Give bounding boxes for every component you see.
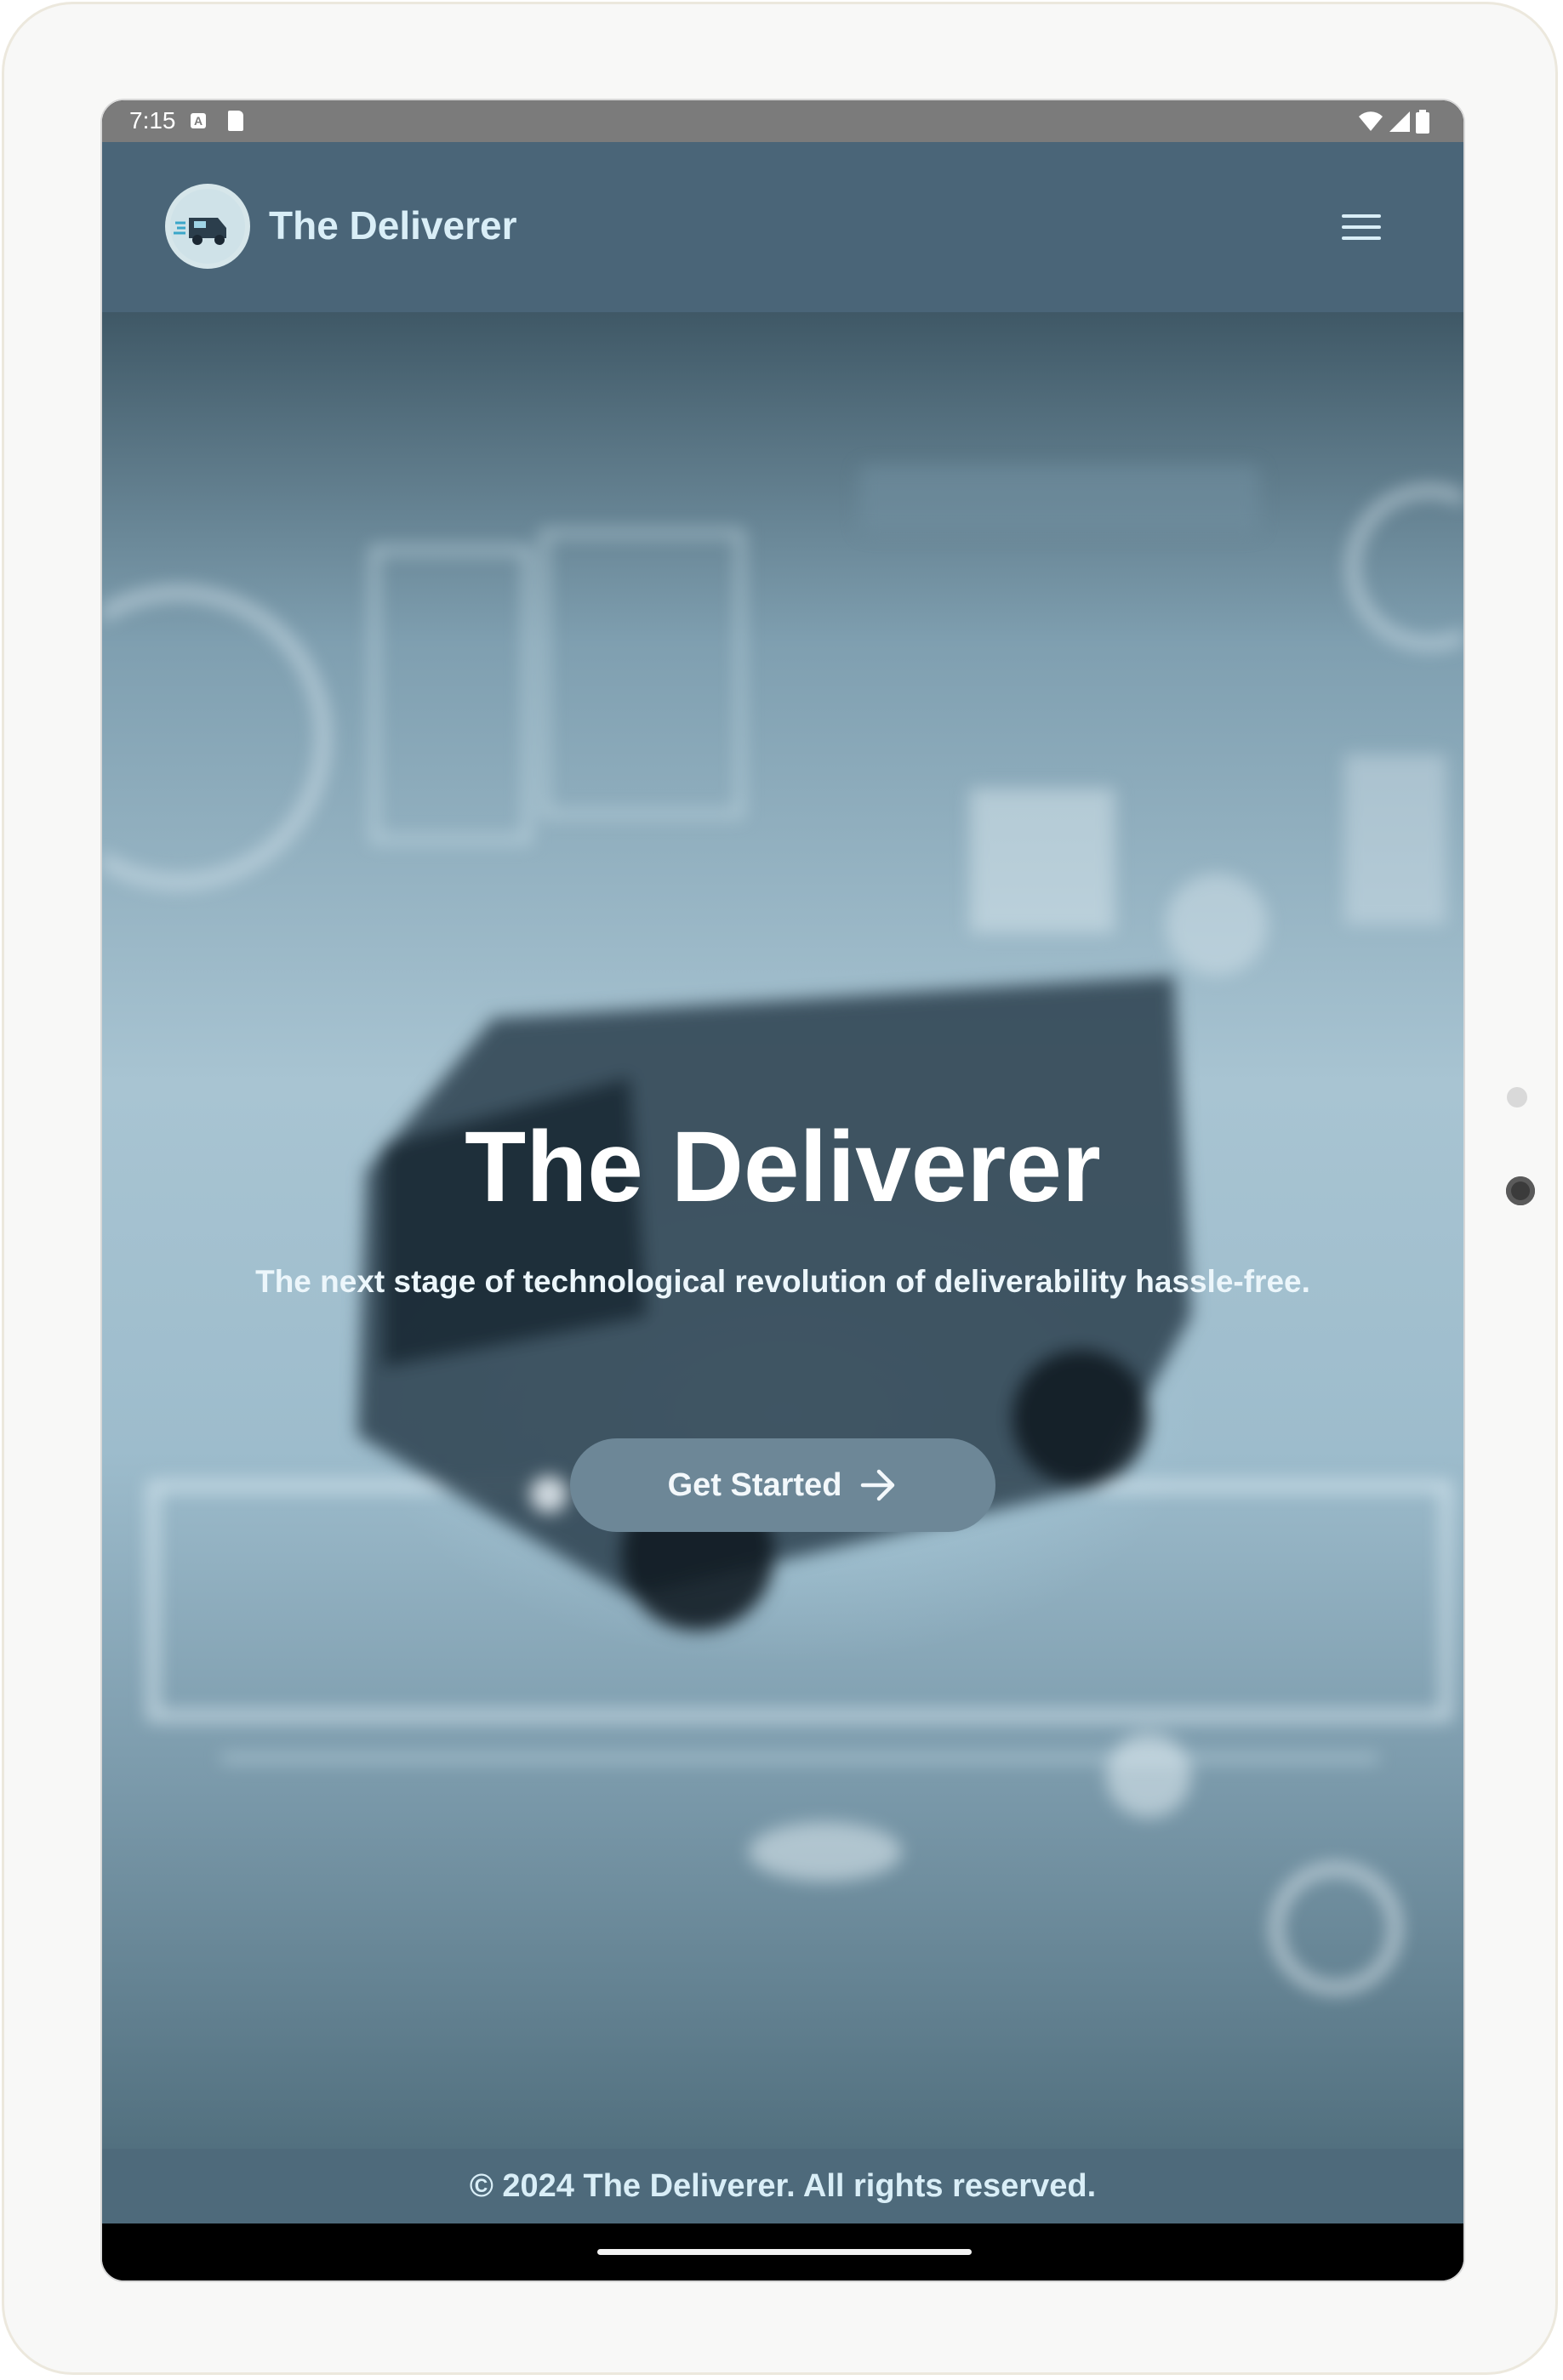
sd-card-icon <box>228 111 243 131</box>
home-gesture-handle[interactable] <box>597 2249 972 2255</box>
camera-icon <box>1506 1176 1535 1205</box>
status-icons <box>1358 109 1429 134</box>
system-navigation-bar <box>102 2223 1463 2280</box>
hero-title: The Deliverer <box>465 1111 1101 1223</box>
device-screen: 7:15 A The Deliverer The Deliverer The n… <box>100 99 1465 2282</box>
get-started-button[interactable]: Get Started <box>570 1438 995 1532</box>
hero-section: The Deliverer The next stage of technolo… <box>102 312 1463 2149</box>
status-bar: 7:15 A <box>102 100 1463 142</box>
wifi-icon <box>1359 111 1383 131</box>
arrow-right-icon <box>861 1469 895 1501</box>
app-header: The Deliverer <box>102 142 1463 312</box>
delivery-van-logo-icon[interactable] <box>165 184 250 269</box>
battery-icon <box>1416 110 1429 134</box>
brand-name[interactable]: The Deliverer <box>269 200 516 251</box>
notification-a-icon: A <box>191 113 206 128</box>
status-time: 7:15 <box>129 107 176 134</box>
light-sensor <box>1507 1087 1527 1107</box>
hero-subtitle: The next stage of technological revoluti… <box>255 1264 1310 1299</box>
footer-copyright: © 2024 The Deliverer. All rights reserve… <box>102 2149 1463 2223</box>
get-started-label: Get Started <box>667 1466 842 1503</box>
hamburger-menu-icon[interactable] <box>1338 203 1385 251</box>
hero-background-image <box>102 465 1463 1994</box>
signal-icon <box>1389 111 1410 132</box>
